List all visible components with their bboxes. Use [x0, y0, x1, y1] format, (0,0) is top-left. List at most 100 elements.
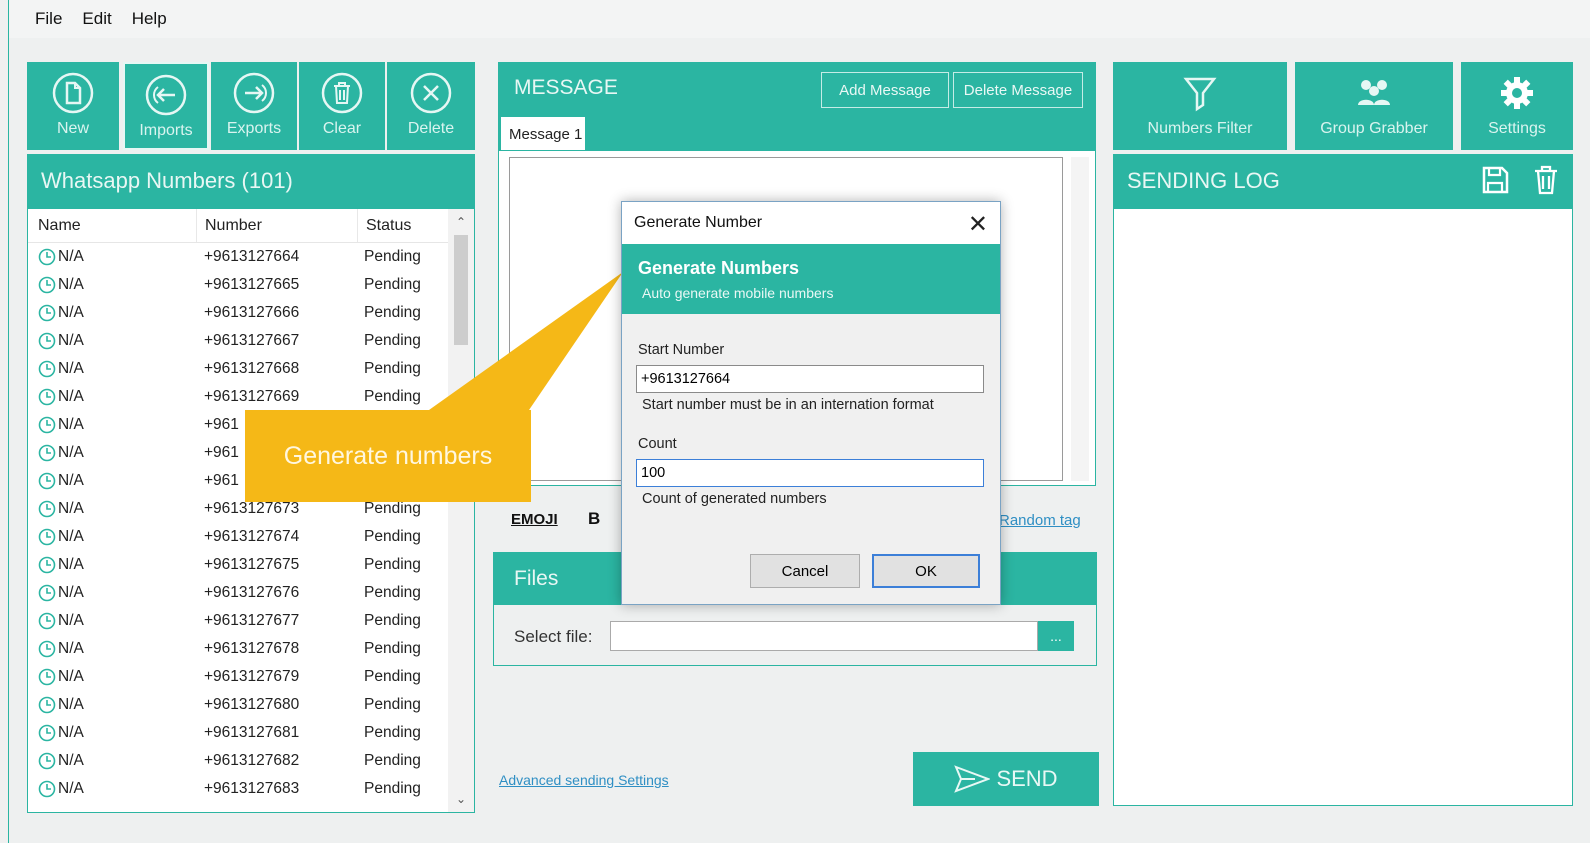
column-header-name[interactable]: Name [28, 217, 196, 235]
row-name: N/A [58, 724, 84, 741]
status-cell: Pending [364, 668, 421, 685]
cancel-button[interactable]: Cancel [750, 554, 860, 588]
table-row[interactable]: N/A +9613127664 Pending [28, 243, 474, 271]
row-name: N/A [58, 780, 84, 797]
clear-label: Clear [322, 120, 362, 137]
add-message-button[interactable]: Add Message [821, 72, 949, 108]
column-header-status[interactable]: Status [358, 217, 442, 235]
number-cell: +9613127683 [204, 780, 300, 797]
tab-message-1[interactable]: Message 1 [501, 117, 585, 151]
name-cell: N/A [28, 556, 196, 574]
app-window: File Edit Help New Imports Exports Clear… [8, 0, 1590, 843]
clock-icon [38, 724, 56, 742]
status-cell: Pending [364, 724, 421, 741]
name-cell: N/A [28, 276, 196, 294]
start-number-hint: Start number must be in an internation f… [642, 397, 934, 413]
files-title: Files [514, 567, 559, 590]
trash-icon[interactable] [1531, 164, 1561, 202]
delete-button[interactable]: Delete [387, 62, 475, 150]
dialog-banner-title: Generate Numbers [638, 258, 800, 278]
name-cell: N/A [28, 724, 196, 742]
send-label: SEND [996, 766, 1058, 791]
table-row[interactable]: N/A +9613127682 Pending [28, 747, 474, 775]
number-cell: +9613127680 [204, 696, 300, 713]
new-file-icon [50, 70, 96, 116]
row-name: N/A [58, 304, 84, 321]
status-cell: Pending [364, 248, 421, 265]
row-name: N/A [58, 528, 84, 545]
table-row[interactable]: N/A +9613127678 Pending [28, 635, 474, 663]
number-cell: +9613127668 [204, 360, 300, 377]
clock-icon [38, 752, 56, 770]
column-header-number[interactable]: Number [197, 217, 357, 235]
dialog-titlebar: Generate Number ✕ [622, 202, 1000, 244]
emoji-button[interactable]: EMOJI [511, 511, 558, 528]
send-icon [954, 765, 991, 793]
name-cell: N/A [28, 332, 196, 350]
menu-bar: File Edit Help [9, 0, 1590, 38]
status-cell: Pending [364, 640, 421, 657]
close-icon[interactable]: ✕ [968, 210, 988, 239]
count-input[interactable]: 100 [636, 459, 984, 487]
numbers-filter-button[interactable]: Numbers Filter [1113, 62, 1287, 150]
ok-button[interactable]: OK [872, 554, 980, 588]
start-number-input[interactable]: +9613127664 [636, 365, 984, 393]
name-cell: N/A [28, 584, 196, 602]
clock-icon [38, 276, 56, 294]
file-path-input[interactable] [610, 621, 1038, 651]
number-cell: +9613127679 [204, 668, 300, 685]
row-name: N/A [58, 248, 84, 265]
row-name: N/A [58, 472, 84, 489]
name-cell: N/A [28, 388, 196, 406]
advanced-settings-link[interactable]: Advanced sending Settings [499, 772, 669, 788]
trash-icon [319, 70, 365, 116]
table-row[interactable]: N/A +9613127676 Pending [28, 579, 474, 607]
number-cell: +9613127677 [204, 612, 300, 629]
menu-edit[interactable]: Edit [82, 9, 111, 29]
send-button[interactable]: SEND [913, 752, 1099, 806]
settings-button[interactable]: Settings [1461, 62, 1573, 150]
table-row[interactable]: N/A +9613127675 Pending [28, 551, 474, 579]
scroll-up-icon[interactable]: ⌃ [456, 215, 466, 229]
menu-help[interactable]: Help [132, 9, 167, 29]
status-cell: Pending [364, 556, 421, 573]
name-cell: N/A [28, 752, 196, 770]
exports-button[interactable]: Exports [211, 62, 297, 150]
imports-button[interactable]: Imports [123, 62, 209, 150]
clock-icon [38, 556, 56, 574]
save-icon[interactable] [1479, 164, 1511, 202]
table-row[interactable]: N/A +9613127674 Pending [28, 523, 474, 551]
scroll-down-icon[interactable]: ⌄ [456, 792, 466, 806]
clock-icon [38, 248, 56, 266]
table-row[interactable]: N/A +9613127677 Pending [28, 607, 474, 635]
table-row[interactable]: N/A +9613127680 Pending [28, 691, 474, 719]
generate-number-dialog: Generate Number ✕ Generate Numbers Auto … [621, 201, 1001, 605]
number-cell: +9613127675 [204, 556, 300, 573]
clock-icon [38, 416, 56, 434]
group-grabber-button[interactable]: Group Grabber [1295, 62, 1453, 150]
number-cell: +9613127682 [204, 752, 300, 769]
message-title: MESSAGE [514, 76, 618, 99]
new-button[interactable]: New [27, 62, 119, 150]
table-row[interactable]: N/A +9613127681 Pending [28, 719, 474, 747]
name-cell: N/A [28, 640, 196, 658]
name-cell: N/A [28, 668, 196, 686]
clock-icon [38, 444, 56, 462]
exports-label: Exports [226, 120, 282, 137]
delete-message-button[interactable]: Delete Message [953, 72, 1083, 108]
bold-button[interactable]: B [588, 509, 600, 529]
clock-icon [38, 584, 56, 602]
message-scrollbar[interactable] [1071, 157, 1089, 481]
table-row[interactable]: N/A +9613127679 Pending [28, 663, 474, 691]
table-row[interactable]: N/A +9613127683 Pending [28, 775, 474, 803]
clear-button[interactable]: Clear [299, 62, 385, 150]
browse-file-button[interactable]: ... [1038, 621, 1074, 651]
dialog-title: Generate Number [634, 214, 763, 231]
random-tag-link[interactable]: Random tag [999, 512, 1081, 529]
menu-file[interactable]: File [35, 9, 62, 29]
clock-icon [38, 472, 56, 490]
group-users-icon [1351, 70, 1397, 116]
clock-icon [38, 668, 56, 686]
dialog-banner-subtitle: Auto generate mobile numbers [642, 285, 834, 301]
callout-pointer [429, 272, 623, 410]
